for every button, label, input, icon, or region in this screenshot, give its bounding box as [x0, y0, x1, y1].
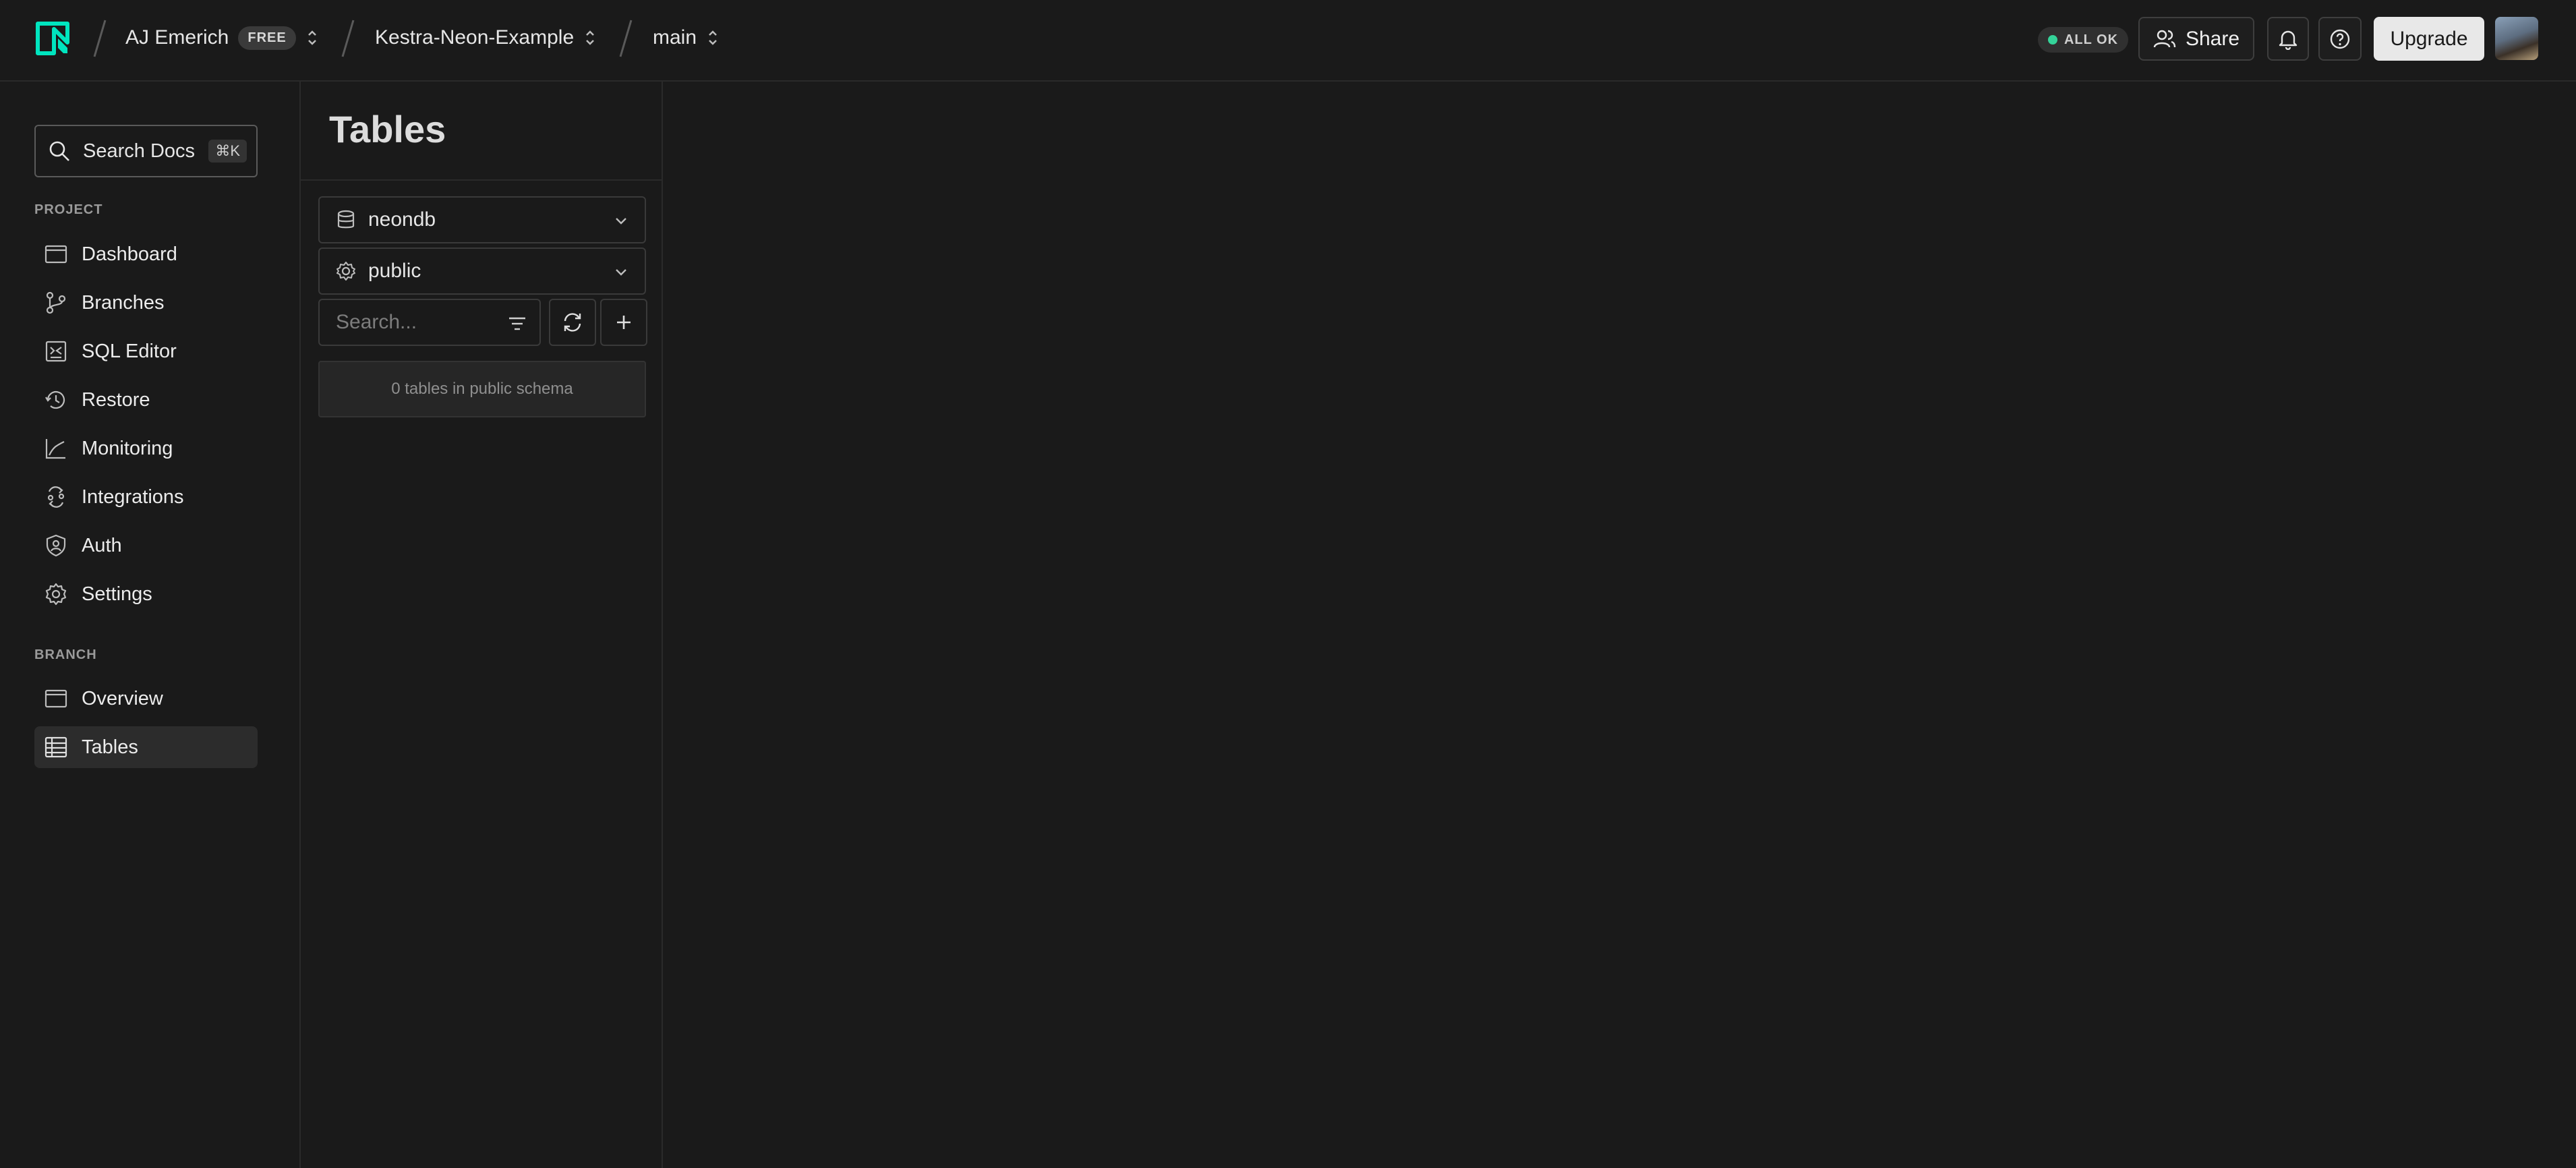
upgrade-label: Upgrade [2390, 27, 2468, 50]
org-name: AJ Emerich [125, 26, 229, 49]
branch-section-label: BRANCH [34, 647, 97, 662]
notifications-button[interactable] [2267, 17, 2309, 61]
table-search-input[interactable]: Search... [318, 299, 541, 346]
sidebar-item-sql-editor[interactable]: SQL Editor [34, 330, 258, 372]
sidebar-item-label: Dashboard [82, 243, 177, 265]
branch-name: main [653, 26, 697, 49]
sidebar-item-auth[interactable]: Auth [34, 525, 258, 566]
project-name: Kestra-Neon-Example [375, 26, 575, 49]
sidebar-item-monitoring[interactable]: Monitoring [34, 428, 258, 469]
neon-logo-icon[interactable] [34, 20, 71, 57]
refresh-button[interactable] [549, 299, 596, 346]
restore-icon [45, 391, 65, 409]
main-content [663, 82, 2576, 1168]
updown-chevron-icon [709, 30, 717, 45]
schema-select-value: public [368, 260, 421, 282]
sidebar-item-label: Monitoring [82, 437, 173, 459]
integrations-icon [47, 486, 65, 508]
settings-icon [45, 583, 67, 606]
chevron-down-icon [616, 218, 626, 225]
database-icon [337, 210, 355, 229]
breadcrumb-separator-icon [93, 20, 107, 57]
bell-icon [2279, 30, 2297, 50]
sidebar-item-settings[interactable]: Settings [34, 573, 258, 615]
keyboard-shortcut: ⌘K [208, 140, 247, 163]
org-switcher[interactable]: AJ Emerich FREE [125, 24, 319, 51]
updown-chevron-icon [586, 30, 595, 45]
empty-tables-text: 0 tables in public schema [391, 380, 573, 398]
sidebar-item-label: Tables [82, 736, 138, 758]
users-icon [2153, 30, 2176, 47]
upgrade-button[interactable]: Upgrade [2374, 17, 2484, 61]
overview-icon [45, 689, 67, 708]
search-icon [49, 141, 69, 161]
sidebar-item-branches[interactable]: Branches [34, 282, 258, 324]
sidebar-item-label: Integrations [82, 486, 184, 508]
project-section-label: PROJECT [34, 202, 103, 217]
sidebar: Search Docs ⌘K PROJECT Dashboard Branche… [0, 82, 301, 1168]
sidebar-item-overview[interactable]: Overview [34, 678, 258, 720]
status-text: ALL OK [2063, 32, 2119, 47]
project-switcher[interactable]: Kestra-Neon-Example [375, 24, 597, 51]
sql-editor-icon [45, 341, 67, 362]
auth-icon [46, 534, 66, 557]
sidebar-item-restore[interactable]: Restore [34, 379, 258, 421]
filter-icon[interactable] [506, 312, 529, 335]
empty-tables-message: 0 tables in public schema [318, 361, 646, 417]
top-bar: AJ Emerich FREE Kestra-Neon-Example main… [0, 0, 2576, 82]
dashboard-icon [45, 245, 67, 264]
sidebar-item-label: Branches [82, 291, 165, 314]
sidebar-item-tables[interactable]: Tables [34, 726, 258, 768]
schema-select[interactable]: public [318, 247, 646, 295]
refresh-icon [564, 313, 581, 332]
share-button[interactable]: Share [2138, 17, 2254, 61]
sidebar-item-label: SQL Editor [82, 340, 177, 362]
sidebar-item-integrations[interactable]: Integrations [34, 476, 258, 518]
monitoring-icon [45, 439, 65, 459]
status-dot-icon [2047, 35, 2057, 45]
table-search-placeholder: Search... [336, 311, 417, 333]
branch-switcher[interactable]: main [653, 24, 720, 51]
tables-panel: Tables neondb public Search... 0 tables … [301, 82, 663, 1168]
breadcrumb-separator-icon [619, 20, 633, 57]
search-docs-label: Search Docs [83, 140, 196, 162]
share-label: Share [2185, 27, 2240, 50]
help-circle-icon [2330, 29, 2350, 49]
database-select[interactable]: neondb [318, 196, 646, 243]
breadcrumb-separator-icon [341, 20, 355, 57]
branches-icon [46, 291, 66, 314]
page-title: Tables [329, 108, 446, 150]
add-table-button[interactable] [600, 299, 647, 346]
status-badge[interactable]: ALL OK [2038, 27, 2128, 53]
database-select-value: neondb [368, 208, 436, 231]
sidebar-item-label: Restore [82, 388, 150, 411]
schema-icon [336, 262, 355, 281]
help-button[interactable] [2318, 17, 2362, 61]
sidebar-item-label: Auth [82, 534, 122, 556]
panel-divider [301, 179, 663, 181]
sidebar-item-label: Settings [82, 583, 152, 605]
search-docs-button[interactable]: Search Docs ⌘K [34, 125, 258, 177]
updown-chevron-icon [308, 30, 316, 45]
sidebar-item-label: Overview [82, 687, 163, 709]
plus-icon [617, 316, 631, 329]
tables-icon [45, 736, 67, 758]
plan-badge: FREE [238, 26, 296, 50]
sidebar-item-dashboard[interactable]: Dashboard [34, 233, 258, 275]
avatar[interactable] [2495, 17, 2538, 60]
chevron-down-icon [616, 269, 626, 276]
